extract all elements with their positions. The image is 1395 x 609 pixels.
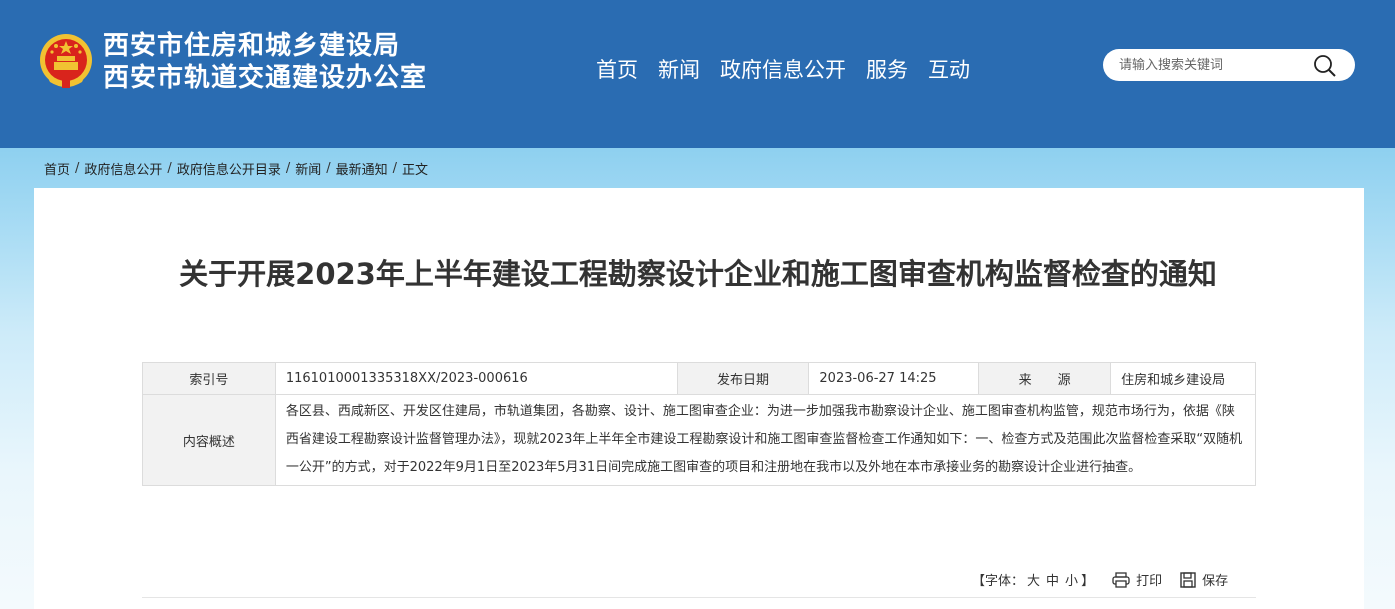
nav-interaction[interactable]: 互动 bbox=[928, 56, 970, 84]
summary-value: 各区县、西咸新区、开发区住建局，市轨道集团，各勘察、设计、施工图审查企业：为进一… bbox=[274, 394, 1257, 486]
date-label: 发布日期 bbox=[676, 362, 810, 395]
site-title-line1: 西安市住房和城乡建设局 bbox=[103, 31, 401, 61]
breadcrumb-gov-info-catalog[interactable]: 政府信息公开目录 bbox=[177, 159, 281, 178]
article-tools: 【字体： 大 中 小 】 打印 保存 bbox=[972, 570, 1228, 589]
save-label: 保存 bbox=[1202, 574, 1229, 589]
breadcrumb: 首页 / 政府信息公开 / 政府信息公开目录 / 新闻 / 最新通知 / 正文 bbox=[44, 159, 429, 178]
article-meta-table: 索引号 1161010001335318XX/2023-000616 发布日期 … bbox=[142, 362, 1257, 486]
font-large-button[interactable]: 大 bbox=[1027, 570, 1040, 589]
meta-row: 内容概述 各区县、西咸新区、开发区住建局，市轨道集团，各勘察、设计、施工图审查企… bbox=[142, 394, 1257, 486]
nav-service[interactable]: 服务 bbox=[866, 56, 908, 84]
article-title: 关于开展2023年上半年建设工程勘察设计企业和施工图审查机构监督检查的通知 bbox=[179, 257, 1217, 291]
search-icon[interactable] bbox=[1313, 54, 1337, 78]
breadcrumb-gov-info[interactable]: 政府信息公开 bbox=[84, 159, 162, 178]
print-label: 打印 bbox=[1136, 574, 1163, 589]
site-header: 西安市住房和城乡建设局 西安市轨道交通建设办公室 首页 新闻 政府信息公开 服务… bbox=[0, 0, 1395, 148]
site-title-line2: 西安市轨道交通建设办公室 bbox=[103, 63, 428, 93]
national-emblem-icon bbox=[40, 34, 92, 88]
index-label: 索引号 bbox=[142, 362, 276, 395]
printer-icon bbox=[1112, 571, 1130, 588]
breadcrumb-home[interactable]: 首页 bbox=[44, 159, 70, 178]
search-input[interactable] bbox=[1119, 56, 1309, 74]
font-size-label-close: 】 bbox=[1081, 574, 1095, 589]
save-icon bbox=[1180, 571, 1196, 588]
breadcrumb-latest-notice[interactable]: 最新通知 bbox=[336, 159, 388, 178]
nav-news[interactable]: 新闻 bbox=[658, 56, 700, 84]
font-small-button[interactable]: 小 bbox=[1065, 570, 1078, 589]
font-medium-button[interactable]: 中 bbox=[1046, 570, 1059, 589]
site-title[interactable]: 西安市住房和城乡建设局 西安市轨道交通建设办公室 bbox=[103, 30, 427, 94]
source-value: 住房和城乡建设局 bbox=[1110, 362, 1256, 395]
print-button[interactable]: 打印 bbox=[1112, 570, 1162, 589]
breadcrumb-current: 正文 bbox=[402, 163, 429, 178]
summary-label: 内容概述 bbox=[142, 394, 276, 486]
save-button[interactable]: 保存 bbox=[1180, 570, 1228, 589]
main-nav: 首页 新闻 政府信息公开 服务 互动 bbox=[596, 56, 990, 84]
date-value: 2023-06-27 14:25 bbox=[808, 362, 980, 395]
nav-home[interactable]: 首页 bbox=[596, 56, 638, 84]
nav-gov-info[interactable]: 政府信息公开 bbox=[720, 56, 846, 84]
index-value: 1161010001335318XX/2023-000616 bbox=[274, 362, 678, 395]
search-box bbox=[1103, 49, 1355, 81]
meta-row: 索引号 1161010001335318XX/2023-000616 发布日期 … bbox=[142, 362, 1256, 395]
font-size-label: 【字体： bbox=[972, 574, 1025, 589]
divider bbox=[142, 597, 1256, 598]
source-label: 来 源 bbox=[978, 362, 1112, 395]
breadcrumb-news[interactable]: 新闻 bbox=[295, 159, 321, 178]
